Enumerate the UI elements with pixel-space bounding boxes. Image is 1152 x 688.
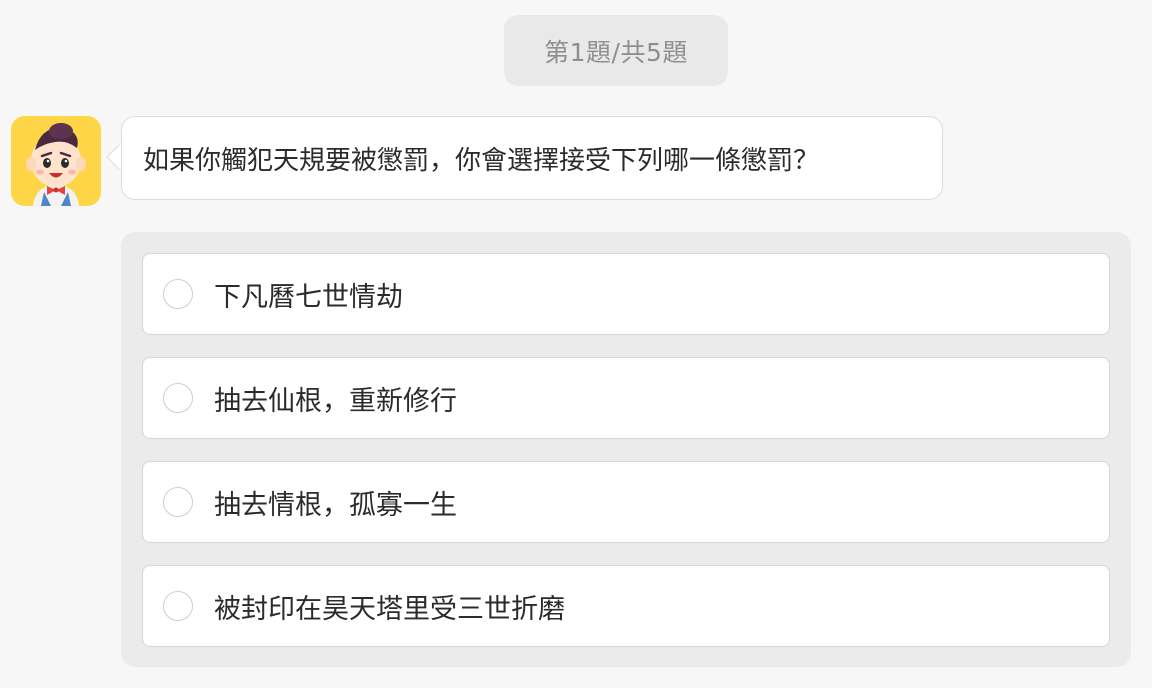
question-progress-label: 第1題/共5題 [544,37,688,67]
answer-option-label: 被封印在昊天塔里受三世折磨 [214,593,565,625]
answer-option-label: 下凡曆七世情劫 [214,281,403,313]
answer-option[interactable]: 抽去仙根，重新修行 [142,357,1110,439]
answer-options-panel: 下凡曆七世情劫 抽去仙根，重新修行 抽去情根，孤寡一生 被封印在昊天塔里受三世折… [121,232,1131,667]
question-progress-badge: 第1題/共5題 [504,15,728,86]
answer-option[interactable]: 被封印在昊天塔里受三世折磨 [142,565,1110,647]
quiz-page: 第1題/共5題 如果你觸犯天規要被懲罰，你會選擇接受下列哪一條懲罰？ 下凡曆七世… [0,0,1152,688]
answer-option[interactable]: 下凡曆七世情劫 [142,253,1110,335]
answer-option-label: 抽去仙根，重新修行 [214,385,457,417]
answer-option-label: 抽去情根，孤寡一生 [214,489,457,521]
cartoon-boy-avatar-icon [11,116,101,206]
question-text: 如果你觸犯天規要被懲罰，你會選擇接受下列哪一條懲罰？ [143,145,820,176]
radio-unchecked-icon[interactable] [163,383,193,413]
radio-unchecked-icon[interactable] [163,591,193,621]
radio-unchecked-icon[interactable] [163,279,193,309]
radio-unchecked-icon[interactable] [163,487,193,517]
question-bubble: 如果你觸犯天規要被懲罰，你會選擇接受下列哪一條懲罰？ [121,116,943,200]
answer-option[interactable]: 抽去情根，孤寡一生 [142,461,1110,543]
